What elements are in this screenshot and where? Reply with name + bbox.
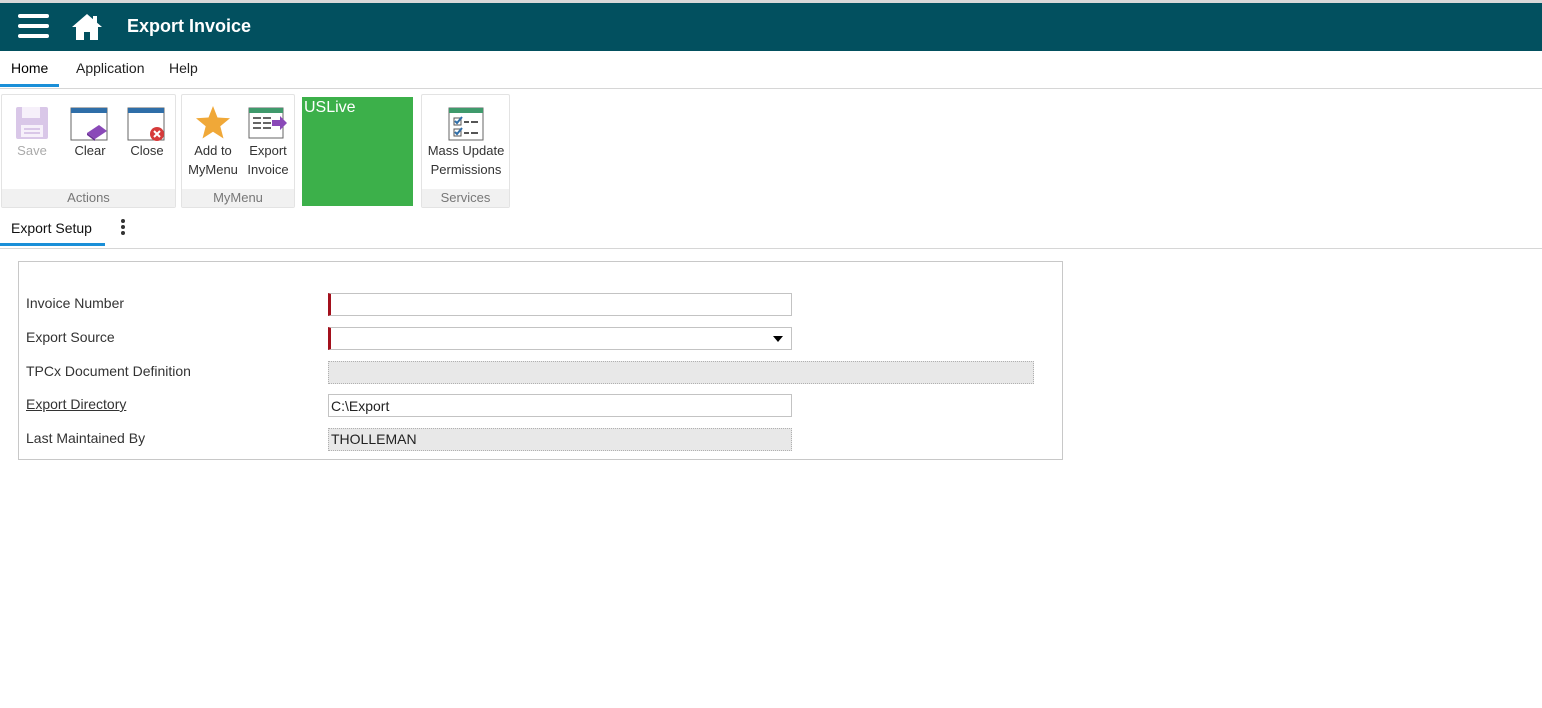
group-label-actions: Actions [2,189,175,207]
home-icon[interactable] [71,12,103,42]
export-invoice-button[interactable]: Export Invoice [242,107,294,179]
clear-button[interactable]: Clear [64,107,116,160]
mass-update-label-line1: Mass Update [427,143,505,158]
environment-name: USLive [304,99,356,116]
export-source-label: Export Source [26,329,115,345]
app-title: Export Invoice [127,16,252,36]
floppy-disk-icon [16,107,48,139]
ribbon-group-actions: Save Clear Close Actions [1,94,176,208]
mass-update-label-line2: Permissions [430,162,502,177]
export-directory-link[interactable]: Export Directory [26,396,126,412]
more-options-icon[interactable] [116,219,130,237]
sub-tab-bar: Export Setup [0,210,1542,249]
clear-label: Clear [74,143,106,158]
menu-bar: Home Application Help [0,51,1542,89]
menu-tab-home[interactable]: Home [11,60,48,76]
last-maintained-by-field: THOLLEMAN [328,428,792,451]
invoice-number-label: Invoice Number [26,295,125,311]
mass-update-permissions-button[interactable]: Mass Update Permissions [424,107,508,179]
hamburger-menu-icon[interactable] [18,14,49,40]
export-directory-input[interactable] [328,394,792,417]
checklist-icon [448,107,484,141]
environment-tile[interactable]: USLive [302,97,413,206]
menu-tab-help[interactable]: Help [169,60,198,76]
chevron-down-icon[interactable] [773,336,783,342]
group-label-services: Services [422,189,509,207]
star-icon [196,106,230,139]
save-label: Save [17,143,47,158]
active-tab-indicator [0,84,59,87]
close-window-icon [127,107,165,141]
add-to-mymenu-label-line1: Add to [194,143,232,158]
ribbon-group-services: Mass Update Permissions Services [421,94,510,208]
app-header: Export Invoice [0,0,1542,51]
group-label-mymenu: MyMenu [182,189,294,207]
export-invoice-label-line1: Export [249,143,287,158]
save-button[interactable]: Save [6,105,58,160]
add-to-mymenu-button[interactable]: Add to MyMenu [185,105,241,179]
active-subtab-indicator [0,243,105,246]
tab-export-setup[interactable]: Export Setup [11,220,92,236]
last-maintained-by-label: Last Maintained By [26,430,146,446]
export-document-icon [248,107,287,139]
eraser-icon [70,107,108,141]
close-button[interactable]: Close [122,107,172,160]
export-source-select[interactable] [328,327,792,350]
tpcx-document-definition-field [328,361,1034,384]
add-to-mymenu-label-line2: MyMenu [188,162,238,177]
menu-tab-application[interactable]: Application [76,60,145,76]
ribbon-group-mymenu: Add to MyMenu Export Invoice MyMenu [181,94,295,208]
tpcx-document-definition-label: TPCx Document Definition [26,363,191,379]
invoice-number-input[interactable] [328,293,792,316]
close-label: Close [130,143,164,158]
export-invoice-label-line2: Invoice [247,162,289,177]
